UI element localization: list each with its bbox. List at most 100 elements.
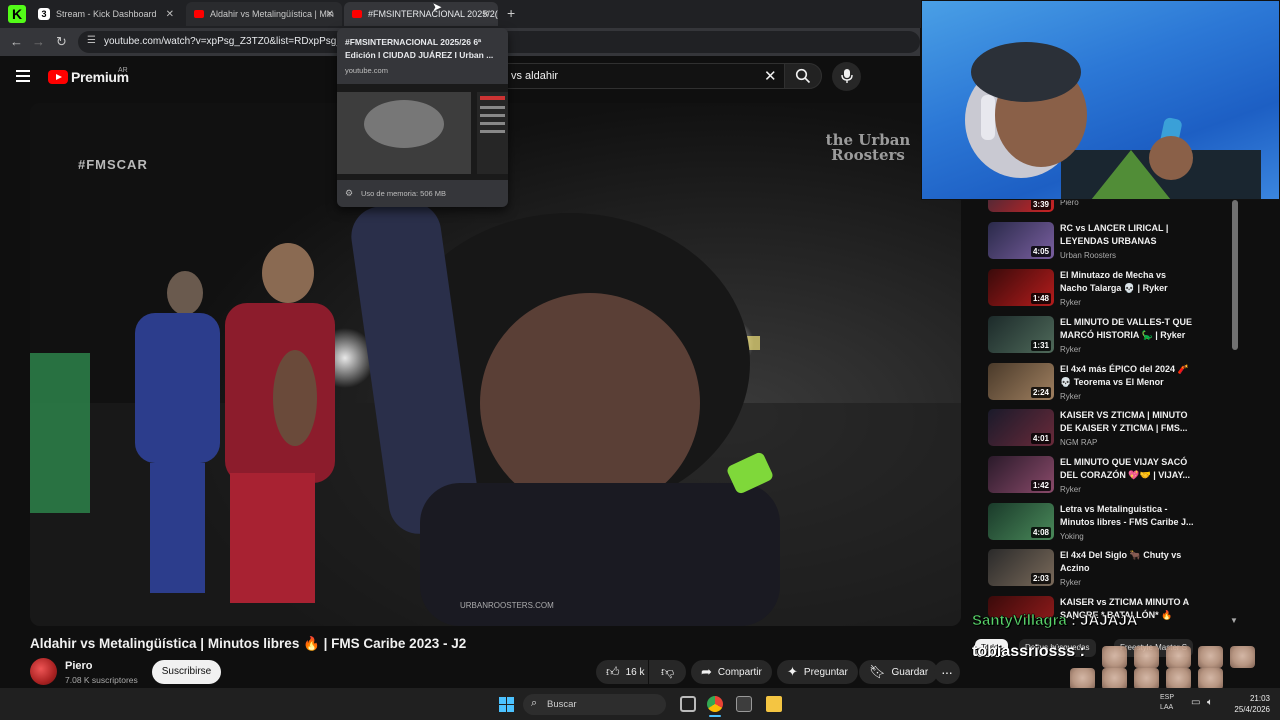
search-input[interactable]: vs aldahir — [494, 63, 784, 89]
recommendation-title[interactable]: EL MINUTO QUE VIJAY SACÓ DEL CORAZÓN 💖🤝 … — [1060, 456, 1195, 482]
forward-arrow-icon[interactable]: → — [32, 34, 45, 49]
country-code: AR — [118, 67, 128, 74]
save-button[interactable]: 🔖︎ Guardar — [859, 660, 939, 684]
close-icon[interactable]: ✕ — [326, 9, 334, 20]
video-thumbnail[interactable]: 1:42 — [988, 456, 1054, 493]
recommendation-title[interactable]: RC vs LANCER LIRICAL | LEYENDAS URBANAS — [1060, 222, 1195, 248]
recommendation-item[interactable]: 1:48 El Minutazo de Mecha vs Nacho Talarg… — [988, 269, 1228, 315]
clear-search-icon[interactable]: ✕ — [764, 67, 777, 85]
windows-start-icon[interactable] — [499, 697, 514, 712]
video-thumbnail[interactable]: 4:08 — [988, 503, 1054, 540]
video-thumbnail[interactable]: 2:24 — [988, 363, 1054, 400]
recommendation-item[interactable]: 1:42 EL MINUTO QUE VIJAY SACÓ DEL CORAZÓN… — [988, 456, 1228, 502]
recommendation-item[interactable]: 2:24 El 4x4 más ÉPICO del 2024 🧨 💀 Teorem… — [988, 363, 1228, 409]
tab-aldahir-video[interactable]: Aldahir vs Metalingüística | Min ✕ — [186, 2, 342, 26]
recommendation-item[interactable]: 4:05 RC vs LANCER LIRICAL | LEYENDAS URBA… — [988, 222, 1228, 268]
subscriber-count: 7.08 K suscriptores — [65, 675, 138, 685]
tab-fms-internacional[interactable]: #FMSINTERNACIONAL 2025/2( ✕ — [344, 2, 498, 26]
recommendation-item[interactable]: 4:08 Letra vs Metalinguistica - Minutos l… — [988, 503, 1228, 549]
site-info-icon[interactable]: ☰ — [87, 35, 96, 46]
recommendation-title[interactable]: El 4x4 más ÉPICO del 2024 🧨 💀 Teorema vs… — [1060, 363, 1195, 389]
cat-emote-icon — [1102, 668, 1127, 690]
taskbar-search-field[interactable]: ⌕ Buscar — [523, 694, 666, 715]
url-text: youtube.com/watch?v=xpPsg_Z3TZ0&list=RDx… — [104, 36, 360, 47]
recommendation-channel: Ryker — [1060, 345, 1081, 354]
youtube-favicon-icon — [352, 10, 362, 18]
menu-icon[interactable] — [16, 70, 30, 82]
video-duration: 4:08 — [1030, 527, 1051, 538]
taskbar-clock[interactable]: 21:03 25/4/2026 — [1224, 693, 1270, 715]
chat-message: tobiassriosss : — [972, 643, 1085, 661]
video-duration: 1:42 — [1030, 480, 1051, 491]
tab-hover-card: #FMSINTERNACIONAL 2025/26 6ª Edición I C… — [337, 28, 508, 207]
close-icon[interactable]: ✕ — [166, 9, 174, 20]
cat-emote-icon — [1166, 668, 1191, 690]
recommendation-item[interactable]: 2:03 El 4x4 Del Siglo 🐂 Chuty vs Aczino Ry… — [988, 549, 1228, 595]
language-code: ESP — [1160, 694, 1175, 701]
recommendation-title[interactable]: EL MINUTO DE VALLES-T QUE MARCÓ HISTORIA… — [1060, 316, 1195, 342]
subscribe-button[interactable]: Suscribirse — [152, 660, 221, 684]
share-button[interactable]: ➦ Compartir — [691, 660, 772, 684]
more-horizontal-icon: ··· — [941, 664, 953, 680]
close-icon[interactable]: ✕ — [482, 9, 490, 20]
video-thumbnail[interactable]: 4:01 — [988, 409, 1054, 446]
kick-logo-icon[interactable]: K — [8, 5, 26, 23]
sidebar-scrollbar[interactable] — [1232, 200, 1238, 350]
recommendation-item[interactable]: 1:31 EL MINUTO DE VALLES-T QUE MARCÓ HIST… — [988, 316, 1228, 362]
share-label: Compartir — [717, 666, 762, 678]
recommendation-title[interactable]: El 4x4 Del Siglo 🐂 Chuty vs Aczino — [1060, 549, 1195, 575]
channel-avatar[interactable] — [30, 658, 57, 685]
channel-name[interactable]: Piero — [65, 660, 93, 672]
microphone-icon — [841, 69, 853, 83]
volume-icon[interactable]: 🔈︎ — [1207, 697, 1213, 708]
like-count: 16 k — [625, 666, 645, 678]
chrome-icon[interactable] — [707, 696, 723, 712]
recommendation-channel: Ryker — [1060, 485, 1081, 494]
video-duration: 2:03 — [1030, 573, 1051, 584]
new-tab-button[interactable]: + — [507, 5, 515, 21]
back-arrow-icon[interactable]: ← — [10, 34, 23, 49]
video-thumbnail[interactable]: 1:48 — [988, 269, 1054, 306]
tab-title: Stream - Kick Dashboard — [56, 9, 157, 19]
video-thumbnail[interactable]: 1:31 — [988, 316, 1054, 353]
streamer-camera-feed — [921, 0, 1280, 200]
dislike-button[interactable]: 👎︎ — [649, 660, 686, 684]
chat-text: : — [1075, 643, 1085, 660]
hover-card-url: youtube.com — [345, 66, 388, 75]
keyboard-language[interactable]: ESP LAA — [1160, 693, 1174, 713]
video-thumbnail[interactable]: 2:03 — [988, 549, 1054, 586]
recommendation-title[interactable]: KAISER VS ZTICMA | MINUTO DE KAISER Y ZT… — [1060, 409, 1195, 435]
hover-card-preview — [337, 84, 508, 180]
cat-emote-icon — [1230, 646, 1255, 668]
recommendation-channel: Ryker — [1060, 578, 1081, 587]
layout-code: LAA — [1160, 704, 1174, 711]
voice-search-button[interactable] — [832, 62, 861, 91]
scroll-down-icon[interactable]: ▼ — [1230, 616, 1238, 625]
network-icon[interactable]: ▭ — [1191, 697, 1200, 708]
memory-icon: ⚙ — [345, 188, 354, 198]
more-actions-button[interactable]: ··· — [934, 660, 960, 684]
video-duration: 1:48 — [1030, 293, 1051, 304]
recommendation-title[interactable]: El Minutazo de Mecha vs Nacho Talarga 💀 … — [1060, 269, 1195, 295]
task-view-icon[interactable] — [680, 696, 696, 712]
recommendation-channel: Ryker — [1060, 298, 1081, 307]
ask-button[interactable]: ✦ Preguntar — [777, 660, 858, 684]
tab-kick-dashboard[interactable]: 3 Stream - Kick Dashboard ✕ — [30, 2, 182, 26]
thumbs-down-icon: 👎︎ — [661, 664, 675, 679]
cat-emote-icon — [1102, 646, 1127, 668]
reload-icon[interactable]: ↻ — [56, 34, 67, 50]
video-duration: 4:05 — [1030, 246, 1051, 257]
urban-roosters-watermark: the Urban Roosters — [825, 131, 911, 164]
video-title: Aldahir vs Metalingüística | Minutos lib… — [30, 636, 467, 651]
recommendation-item[interactable]: 4:01 KAISER VS ZTICMA | MINUTO DE KAISER … — [988, 409, 1228, 455]
like-button[interactable]: 👍︎ 16 k — [596, 660, 648, 684]
youtube-premium-logo[interactable]: Premium — [48, 69, 129, 85]
store-icon[interactable] — [736, 696, 752, 712]
video-thumbnail[interactable]: 4:05 — [988, 222, 1054, 259]
file-explorer-icon[interactable] — [766, 696, 782, 712]
kick-favicon-icon: 3 — [38, 8, 50, 20]
search-button[interactable] — [784, 63, 822, 89]
thumbs-up-icon: 👍︎ — [606, 664, 620, 679]
chat-username: SantyVillagra — [972, 612, 1067, 630]
recommendation-title[interactable]: Letra vs Metalinguistica - Minutos libre… — [1060, 503, 1195, 529]
